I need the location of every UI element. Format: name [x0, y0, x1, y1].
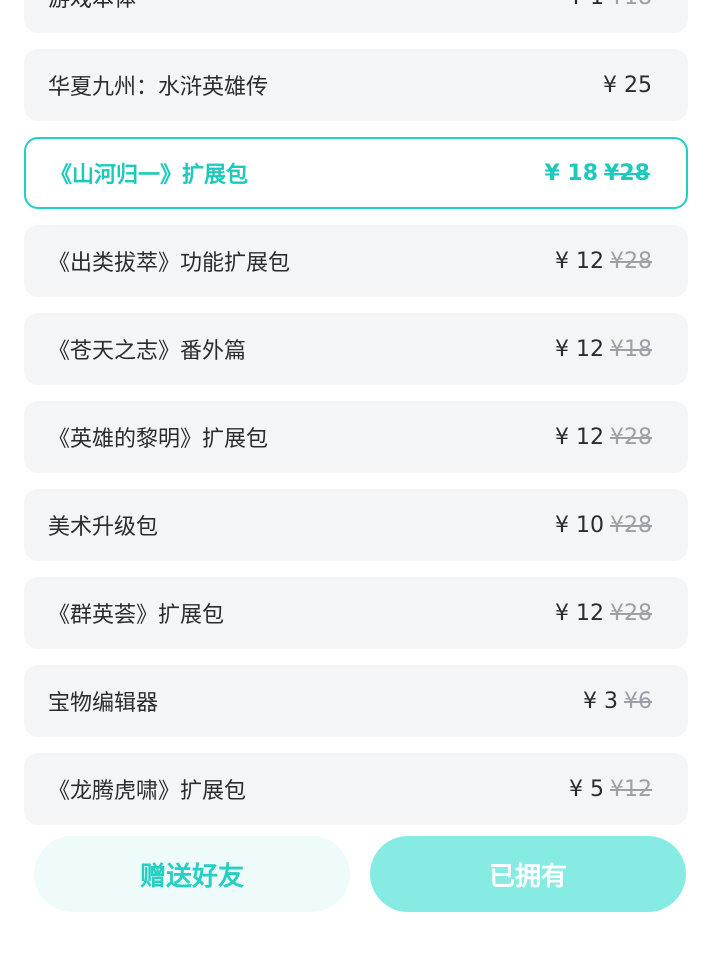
item-price-group: ¥ 12 ¥28: [555, 249, 652, 274]
dlc-list: 游戏本体 ¥ 1 ¥18 华夏九州：水浒英雄传 ¥ 25 《山河归一》扩展包 ¥…: [24, 0, 688, 841]
item-original-price: ¥18: [610, 336, 652, 362]
item-name: 《英雄的黎明》扩展包: [48, 427, 269, 452]
item-name: 华夏九州：水浒英雄传: [48, 75, 269, 100]
item-original-price: ¥18: [610, 0, 652, 10]
item-price-group: ¥ 12 ¥28: [555, 425, 652, 450]
item-original-price: ¥28: [610, 248, 652, 274]
list-item[interactable]: 《龙腾虎啸》扩展包 ¥ 5 ¥12: [24, 753, 688, 825]
item-original-price: ¥12: [610, 776, 652, 802]
item-name: 《出类拔萃》功能扩展包: [48, 251, 291, 276]
item-price-group: ¥ 25: [603, 73, 652, 98]
gift-friend-button[interactable]: 赠送好友: [34, 836, 350, 912]
item-original-price: ¥28: [610, 424, 652, 450]
item-price: ¥ 12: [555, 336, 604, 362]
list-item[interactable]: 宝物编辑器 ¥ 3 ¥6: [24, 665, 688, 737]
item-price-group: ¥ 12 ¥28: [555, 601, 652, 626]
list-item[interactable]: 《出类拔萃》功能扩展包 ¥ 12 ¥28: [24, 225, 688, 297]
item-price-group: ¥ 1 ¥18: [569, 0, 652, 10]
item-name: 《群英荟》扩展包: [48, 603, 225, 628]
item-price: ¥ 25: [603, 72, 652, 98]
item-original-price: ¥28: [604, 160, 650, 186]
owned-button[interactable]: 已拥有: [370, 836, 686, 912]
item-name: 《龙腾虎啸》扩展包: [48, 779, 247, 804]
list-item[interactable]: 《群英荟》扩展包 ¥ 12 ¥28: [24, 577, 688, 649]
item-original-price: ¥6: [624, 688, 652, 714]
item-price: ¥ 18: [544, 160, 599, 186]
item-price-group: ¥ 12 ¥18: [555, 337, 652, 362]
bottom-action-bar: 赠送好友 已拥有: [34, 836, 686, 912]
list-item[interactable]: 《英雄的黎明》扩展包 ¥ 12 ¥28: [24, 401, 688, 473]
item-name: 《苍天之志》番外篇: [48, 339, 247, 364]
item-name: 宝物编辑器: [48, 691, 159, 716]
item-price: ¥ 1: [569, 0, 604, 10]
item-name: 美术升级包: [48, 515, 159, 540]
item-price: ¥ 3: [583, 688, 618, 714]
item-price-group: ¥ 18 ¥28: [544, 161, 650, 186]
list-item[interactable]: 游戏本体 ¥ 1 ¥18: [24, 0, 688, 33]
item-price: ¥ 12: [555, 424, 604, 450]
list-item[interactable]: 华夏九州：水浒英雄传 ¥ 25: [24, 49, 688, 121]
item-price-group: ¥ 10 ¥28: [555, 513, 652, 538]
item-name: 《山河归一》扩展包: [50, 163, 249, 188]
item-name: 游戏本体: [48, 0, 136, 13]
item-price-group: ¥ 5 ¥12: [569, 777, 652, 802]
item-price: ¥ 5: [569, 776, 604, 802]
item-price: ¥ 12: [555, 600, 604, 626]
item-price: ¥ 12: [555, 248, 604, 274]
item-price-group: ¥ 3 ¥6: [583, 689, 652, 714]
dlc-purchase-page: 游戏本体 ¥ 1 ¥18 华夏九州：水浒英雄传 ¥ 25 《山河归一》扩展包 ¥…: [0, 0, 720, 960]
list-item[interactable]: 美术升级包 ¥ 10 ¥28: [24, 489, 688, 561]
item-original-price: ¥28: [610, 512, 652, 538]
item-original-price: ¥28: [610, 600, 652, 626]
list-item-selected[interactable]: 《山河归一》扩展包 ¥ 18 ¥28: [24, 137, 688, 209]
item-price: ¥ 10: [555, 512, 604, 538]
list-item[interactable]: 《苍天之志》番外篇 ¥ 12 ¥18: [24, 313, 688, 385]
